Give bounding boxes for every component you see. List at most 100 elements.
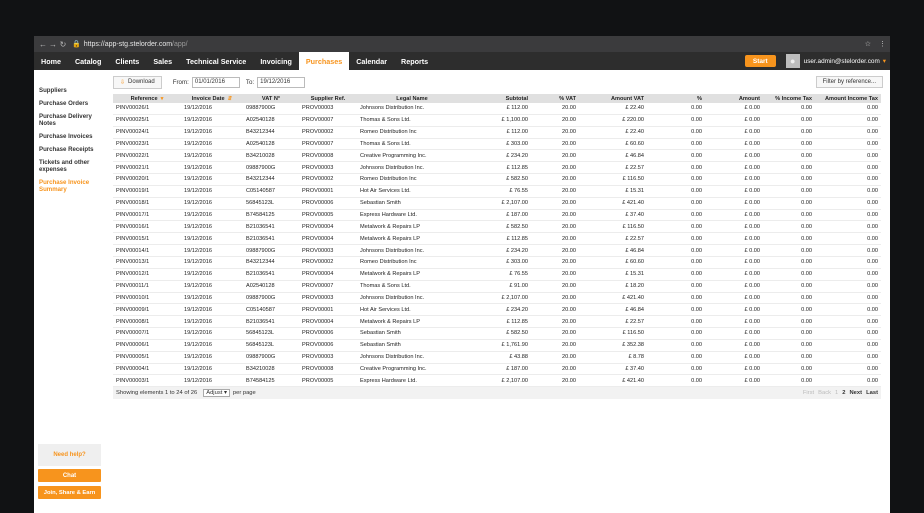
nav-item-clients[interactable]: Clients xyxy=(108,52,146,70)
sidebar-item-purchase-delivery-notes[interactable]: Purchase Delivery Notes xyxy=(34,110,105,130)
start-button[interactable]: Start xyxy=(744,55,776,67)
main-nav: Home Catalog Clients Sales Technical Service… xyxy=(34,52,890,70)
table-cell: 0.00 xyxy=(763,327,815,340)
chat-button[interactable]: Chat xyxy=(38,469,101,482)
column-header-reference[interactable]: Reference ▾ xyxy=(113,94,181,103)
table-cell: £ 0.00 xyxy=(705,303,763,317)
table-row[interactable]: PINV00017/1 19/12/2016 B74584125 PROV00005 E… xyxy=(113,209,881,222)
pagination: First Back 1 2 Next Last xyxy=(803,390,881,396)
sidebar-item-purchase-invoices[interactable]: Purchase Invoices xyxy=(34,130,105,143)
nav-item-purchases[interactable]: Purchases xyxy=(298,52,350,70)
column-header-income-tax[interactable]: % Income Tax xyxy=(763,94,815,103)
table-row[interactable]: PINV00021/1 19/12/2016 09887900G PROV00003 J… xyxy=(113,161,881,175)
nav-item-home[interactable]: Home xyxy=(34,52,68,70)
nav-item-catalog[interactable]: Catalog xyxy=(68,52,108,70)
sidebar-item-purchase-invoice-summary[interactable]: Purchase Invoice Summary xyxy=(34,176,105,196)
back-icon[interactable]: ← xyxy=(38,40,48,49)
column-header-amount-income-tax[interactable]: Amount Income Tax xyxy=(815,94,881,103)
table-row[interactable]: PINV00004/1 19/12/2016 B34210028 PROV00008 C… xyxy=(113,363,881,376)
pager-last[interactable]: Last xyxy=(866,390,878,396)
table-cell: PINV00008/1 xyxy=(113,315,181,329)
table-row[interactable]: PINV00016/1 19/12/2016 B21036541 PROV00004 M… xyxy=(113,220,881,234)
pager-first[interactable]: First xyxy=(803,390,814,396)
table-cell: £ 116.50 xyxy=(579,173,647,186)
need-help-box[interactable]: Need help? xyxy=(38,444,101,466)
table-cell: 0.00 xyxy=(815,209,881,222)
menu-dots-icon[interactable]: ⋮ xyxy=(879,40,886,48)
filter-by-reference-button[interactable]: Filter by reference... xyxy=(815,76,883,88)
table-cell: £ 37.40 xyxy=(579,363,647,376)
column-header-legal-name[interactable]: Legal Name xyxy=(357,94,467,103)
to-date-input[interactable]: 19/12/2016 xyxy=(257,76,306,88)
table-row[interactable]: PINV00024/1 19/12/2016 B43212344 PROV00002 R… xyxy=(113,126,881,139)
bookmark-star-icon[interactable]: ☆ xyxy=(865,40,871,48)
table-row[interactable]: PINV00005/1 19/12/2016 09887900G PROV00003 J… xyxy=(113,351,881,364)
table-cell: £ 582.50 xyxy=(467,220,531,234)
table-row[interactable]: PINV00015/1 19/12/2016 B21036541 PROV00004 M… xyxy=(113,232,881,246)
nav-item-technical-service[interactable]: Technical Service xyxy=(179,52,253,70)
from-date-input[interactable]: 01/01/2016 xyxy=(191,76,240,88)
download-button[interactable]: ⇩ Download xyxy=(113,75,162,89)
column-header-vat-n[interactable]: VAT N° xyxy=(243,94,299,103)
nav-item-calendar[interactable]: Calendar xyxy=(349,52,394,70)
table-row[interactable]: PINV00026/1 19/12/2016 09887900G PROV00003 J… xyxy=(113,103,881,115)
table-cell: £ 0.00 xyxy=(705,103,763,115)
sort-icon[interactable]: ▾ xyxy=(161,96,164,102)
reload-icon[interactable]: ↻ xyxy=(58,40,68,49)
table-row[interactable]: PINV00014/1 19/12/2016 09887900G PROV00003 J… xyxy=(113,244,881,257)
column-header-supplier-ref[interactable]: Supplier Ref. xyxy=(299,94,357,103)
table-row[interactable]: PINV00019/1 19/12/2016 C05140587 PROV00001 H… xyxy=(113,185,881,198)
table-row[interactable]: PINV00020/1 19/12/2016 B43212344 PROV00002 R… xyxy=(113,173,881,186)
table-row[interactable]: PINV00011/1 19/12/2016 A02540128 PROV00007 T… xyxy=(113,280,881,293)
table-cell: £ 0.00 xyxy=(705,292,763,305)
table-cell: PROV00005 xyxy=(299,209,357,222)
pager-next[interactable]: Next xyxy=(850,390,863,396)
nav-item-invoicing[interactable]: Invoicing xyxy=(253,52,299,70)
table-row[interactable]: PINV00009/1 19/12/2016 C05140587 PROV00001 H… xyxy=(113,303,881,317)
sort-icon[interactable]: ⇵ xyxy=(228,96,233,102)
pager-back[interactable]: Back xyxy=(818,390,831,396)
sidebar-item-suppliers[interactable]: Suppliers xyxy=(34,84,105,97)
address-bar[interactable]: 🔒 https://app-stg.stelorder.com/app/ xyxy=(72,40,865,49)
table-row[interactable]: PINV00008/1 19/12/2016 B21036541 PROV00004 M… xyxy=(113,315,881,329)
table-cell: PROV00003 xyxy=(299,244,357,257)
column-header-vat[interactable]: % VAT xyxy=(531,94,579,103)
table-row[interactable]: PINV00010/1 19/12/2016 09887900G PROV00003 J… xyxy=(113,292,881,305)
avatar[interactable]: ● xyxy=(785,54,800,68)
table-row[interactable]: PINV00003/1 19/12/2016 B74584125 PROV00005 E… xyxy=(113,374,881,388)
table-cell: £ 0.00 xyxy=(705,244,763,257)
pager-page-1[interactable]: 1 xyxy=(835,390,838,396)
table-row[interactable]: PINV00012/1 19/12/2016 B21036541 PROV00004 M… xyxy=(113,268,881,281)
sidebar-item-purchase-receipts[interactable]: Purchase Receipts xyxy=(34,143,105,156)
table-cell: C05140587 xyxy=(243,185,299,198)
sidebar-item-purchase-orders[interactable]: Purchase Orders xyxy=(34,97,105,110)
column-header-[interactable]: % xyxy=(647,94,705,103)
table-cell: PINV00010/1 xyxy=(113,292,181,305)
column-header-amount-vat[interactable]: Amount VAT xyxy=(579,94,647,103)
table-row[interactable]: PINV00006/1 19/12/2016 56845123L PROV00006 S… xyxy=(113,339,881,352)
forward-icon[interactable]: → xyxy=(48,40,58,49)
pager-page-2[interactable]: 2 xyxy=(842,390,845,396)
table-cell: 0.00 xyxy=(815,363,881,376)
nav-item-reports[interactable]: Reports xyxy=(394,52,435,70)
table-row[interactable]: PINV00022/1 19/12/2016 B34210028 PROV00008 C… xyxy=(113,149,881,163)
table-cell: B21036541 xyxy=(243,220,299,234)
join-share-earn-button[interactable]: Join, Share & Earn xyxy=(38,486,101,499)
user-menu[interactable]: user.admin@stelorder.com ▾ xyxy=(804,52,890,70)
per-page-label: per page xyxy=(232,390,256,397)
column-header-invoice-date[interactable]: Invoice Date ⇵ xyxy=(181,94,243,103)
table-cell: 20.00 xyxy=(531,197,579,210)
table-row[interactable]: PINV00013/1 19/12/2016 B43212344 PROV00002 R… xyxy=(113,256,881,269)
table-cell: PINV00026/1 xyxy=(113,103,181,115)
per-page-select[interactable]: Adjust ▾ xyxy=(203,389,230,398)
sidebar-item-tickets-and-other-expenses[interactable]: Tickets and other expenses xyxy=(34,156,105,176)
nav-item-sales[interactable]: Sales xyxy=(146,52,179,70)
table-cell: 20.00 xyxy=(531,339,579,352)
table-row[interactable]: PINV00018/1 19/12/2016 56845123L PROV00006 S… xyxy=(113,197,881,210)
table-body: PINV00026/1 19/12/2016 09887900G PROV00003 J… xyxy=(113,103,881,388)
column-header-amount[interactable]: Amount xyxy=(705,94,763,103)
table-row[interactable]: PINV00025/1 19/12/2016 A02540128 PROV00007 T… xyxy=(113,114,881,127)
table-row[interactable]: PINV00007/1 19/12/2016 56845123L PROV00006 S… xyxy=(113,327,881,340)
table-row[interactable]: PINV00023/1 19/12/2016 A02540128 PROV00007 T… xyxy=(113,138,881,151)
column-header-subtotal[interactable]: Subtotal xyxy=(467,94,531,103)
